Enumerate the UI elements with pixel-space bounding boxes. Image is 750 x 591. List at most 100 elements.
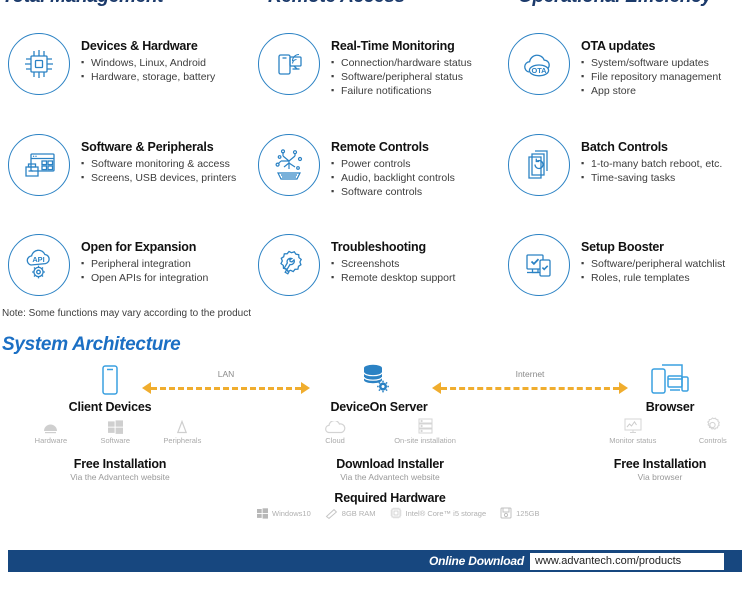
feature-bullets: Software/peripheral watchlist Roles, rul… [581, 256, 725, 285]
feature-title: Remote Controls [331, 140, 429, 154]
feature-text: OTA updates System/software updates File… [581, 33, 721, 98]
subitem-controls: Controls [699, 414, 727, 445]
online-download-url[interactable]: www.advantech.com/products [530, 552, 724, 570]
online-download-bar: Online Download www.advantech.com/produc… [8, 550, 742, 572]
feature-bullet: Failure notifications [331, 83, 472, 98]
arrow-shaft [151, 386, 301, 390]
ram-icon [325, 508, 338, 519]
feature-text: Troubleshooting Screenshots Remote deskt… [331, 234, 455, 285]
feature-bullet: File repository management [581, 69, 721, 84]
feature-bullet: Software/peripheral status [331, 69, 472, 84]
feature-title: Software & Peripherals [81, 140, 214, 154]
subitem-label: On-site installation [394, 436, 456, 445]
feature-title: Troubleshooting [331, 240, 426, 254]
subitem-label: Controls [698, 436, 727, 445]
monitor-status-icon [609, 414, 656, 434]
software-peripherals-icon [8, 134, 70, 196]
feature-text: Remote Controls Power controls Audio, ba… [331, 134, 455, 199]
gear-wrench-icon [258, 234, 320, 296]
server-block-subtitle: Via the Advantech website [340, 472, 440, 482]
feature-bullet: Audio, backlight controls [331, 170, 455, 185]
feature-bullet: 1-to-many batch reboot, etc. [581, 156, 722, 171]
product-note: Note: Some functions may vary according … [2, 308, 252, 319]
column-heading-remote-access: Remote Access [250, 0, 500, 10]
feature-bullet: Software controls [331, 184, 455, 199]
windows-icon [257, 507, 268, 519]
architecture-diagram: Client Devices DeviceOn Server Browser L… [0, 358, 750, 538]
feature-bullet: Software monitoring & access [81, 156, 236, 171]
server-subitems: Cloud On-site installation [300, 414, 480, 445]
feature-bullets: System/software updates File repository … [581, 55, 721, 98]
tablet-icon [96, 364, 124, 403]
feature-title: Real-Time Monitoring [331, 39, 455, 53]
feature-bullet: System/software updates [581, 55, 721, 70]
subitem-software: Software [100, 414, 130, 445]
link-arrow-lan [142, 382, 310, 394]
feature-card-setup-booster: Setup Booster Software/peripheral watchl… [500, 228, 750, 296]
arrow-head-right [301, 382, 310, 394]
svg-text:OTA: OTA [531, 66, 547, 75]
android-icon [35, 414, 68, 434]
feature-bullet: Screens, USB devices, printers [81, 170, 236, 185]
node-title-client-devices: Client Devices [68, 400, 152, 414]
feature-title: Devices & Hardware [81, 39, 198, 53]
feature-card-troubleshooting: Troubleshooting Screenshots Remote deskt… [250, 228, 500, 296]
feature-bullet: Power controls [331, 156, 455, 171]
subitem-label: Monitor status [609, 436, 657, 445]
svg-text:API: API [32, 255, 44, 264]
feature-title: Batch Controls [581, 140, 668, 154]
feature-text: Real-Time Monitoring Connection/hardware… [331, 33, 472, 98]
hardware-item-storage: 125GB [500, 507, 539, 519]
column-heading-total-management: Total Management [0, 0, 250, 10]
subitem-label: Software [100, 436, 131, 445]
subitem-label: Peripherals [163, 436, 202, 445]
feature-card-open-for-expansion: API Open for Expansion Peripheral integr… [0, 228, 250, 296]
online-download-label: Online Download [429, 554, 524, 568]
hardware-item-cpu: Intel® Core™ i5 storage [390, 507, 486, 519]
windows-icon [100, 414, 130, 434]
required-hardware-list: Windows10 8GB RAM Intel® Core™ i5 storag… [257, 507, 553, 519]
feature-bullet: Roles, rule templates [581, 270, 725, 285]
feature-card-ota-updates: OTA OTA updates System/software updates … [500, 24, 750, 98]
feature-bullet: Software/peripheral watchlist [581, 256, 725, 271]
feature-card-batch-controls: Batch Controls 1-to-many batch reboot, e… [500, 128, 750, 199]
client-subitems: Hardware Software Peripherals [18, 414, 218, 445]
subitem-cloud: Cloud [324, 414, 346, 445]
hardware-item-windows: Windows10 [257, 507, 311, 519]
database-gear-icon [358, 362, 394, 403]
hardware-item-label: 125GB [516, 508, 540, 518]
browser-block-title: Free Installation [613, 457, 707, 471]
feature-card-software-peripherals: Software & Peripherals Software monitori… [0, 128, 250, 199]
arrow-head-left [432, 382, 441, 394]
subitem-onsite-installation: On-site installation [394, 414, 456, 445]
circuit-controls-icon [258, 134, 320, 196]
column-headings: Total Management Remote Access Operation… [0, 0, 750, 10]
hardware-item-ram: 8GB RAM [325, 508, 376, 519]
server-block-title: Download Installer [336, 457, 444, 471]
feature-bullet: App store [581, 83, 721, 98]
hardware-item-label: 8GB RAM [341, 508, 376, 518]
chip-icon [8, 33, 70, 95]
feature-row: Software & Peripherals Software monitori… [0, 128, 750, 199]
feature-bullets: Peripheral integration Open APIs for int… [81, 256, 208, 285]
feature-bullets: Connection/hardware status Software/peri… [331, 55, 472, 98]
hardware-item-label: Windows10 [272, 508, 311, 518]
browser-subitems: Monitor status Controls [588, 414, 748, 445]
feature-bullets: Screenshots Remote desktop support [331, 256, 455, 285]
feature-bullet: Open APIs for integration [81, 270, 208, 285]
node-title-deviceon-server: DeviceOn Server [330, 400, 428, 414]
browser-block-subtitle: Via browser [637, 472, 683, 482]
feature-bullets: Windows, Linux, Android Hardware, storag… [81, 55, 215, 84]
subitem-peripherals: Peripherals [163, 414, 201, 445]
arrow-head-right [619, 382, 628, 394]
subitem-label: Hardware [34, 436, 68, 445]
feature-text: Open for Expansion Peripheral integratio… [81, 234, 208, 285]
ota-cloud-icon: OTA [508, 33, 570, 95]
subitem-monitor-status: Monitor status [609, 414, 656, 445]
peripherals-icon [163, 414, 201, 434]
datasheet-page: Total Management Remote Access Operation… [0, 0, 750, 591]
feature-title: Setup Booster [581, 240, 664, 254]
batch-documents-icon [508, 134, 570, 196]
link-label-internet: Internet [515, 369, 545, 379]
link-label-lan: LAN [217, 369, 235, 379]
